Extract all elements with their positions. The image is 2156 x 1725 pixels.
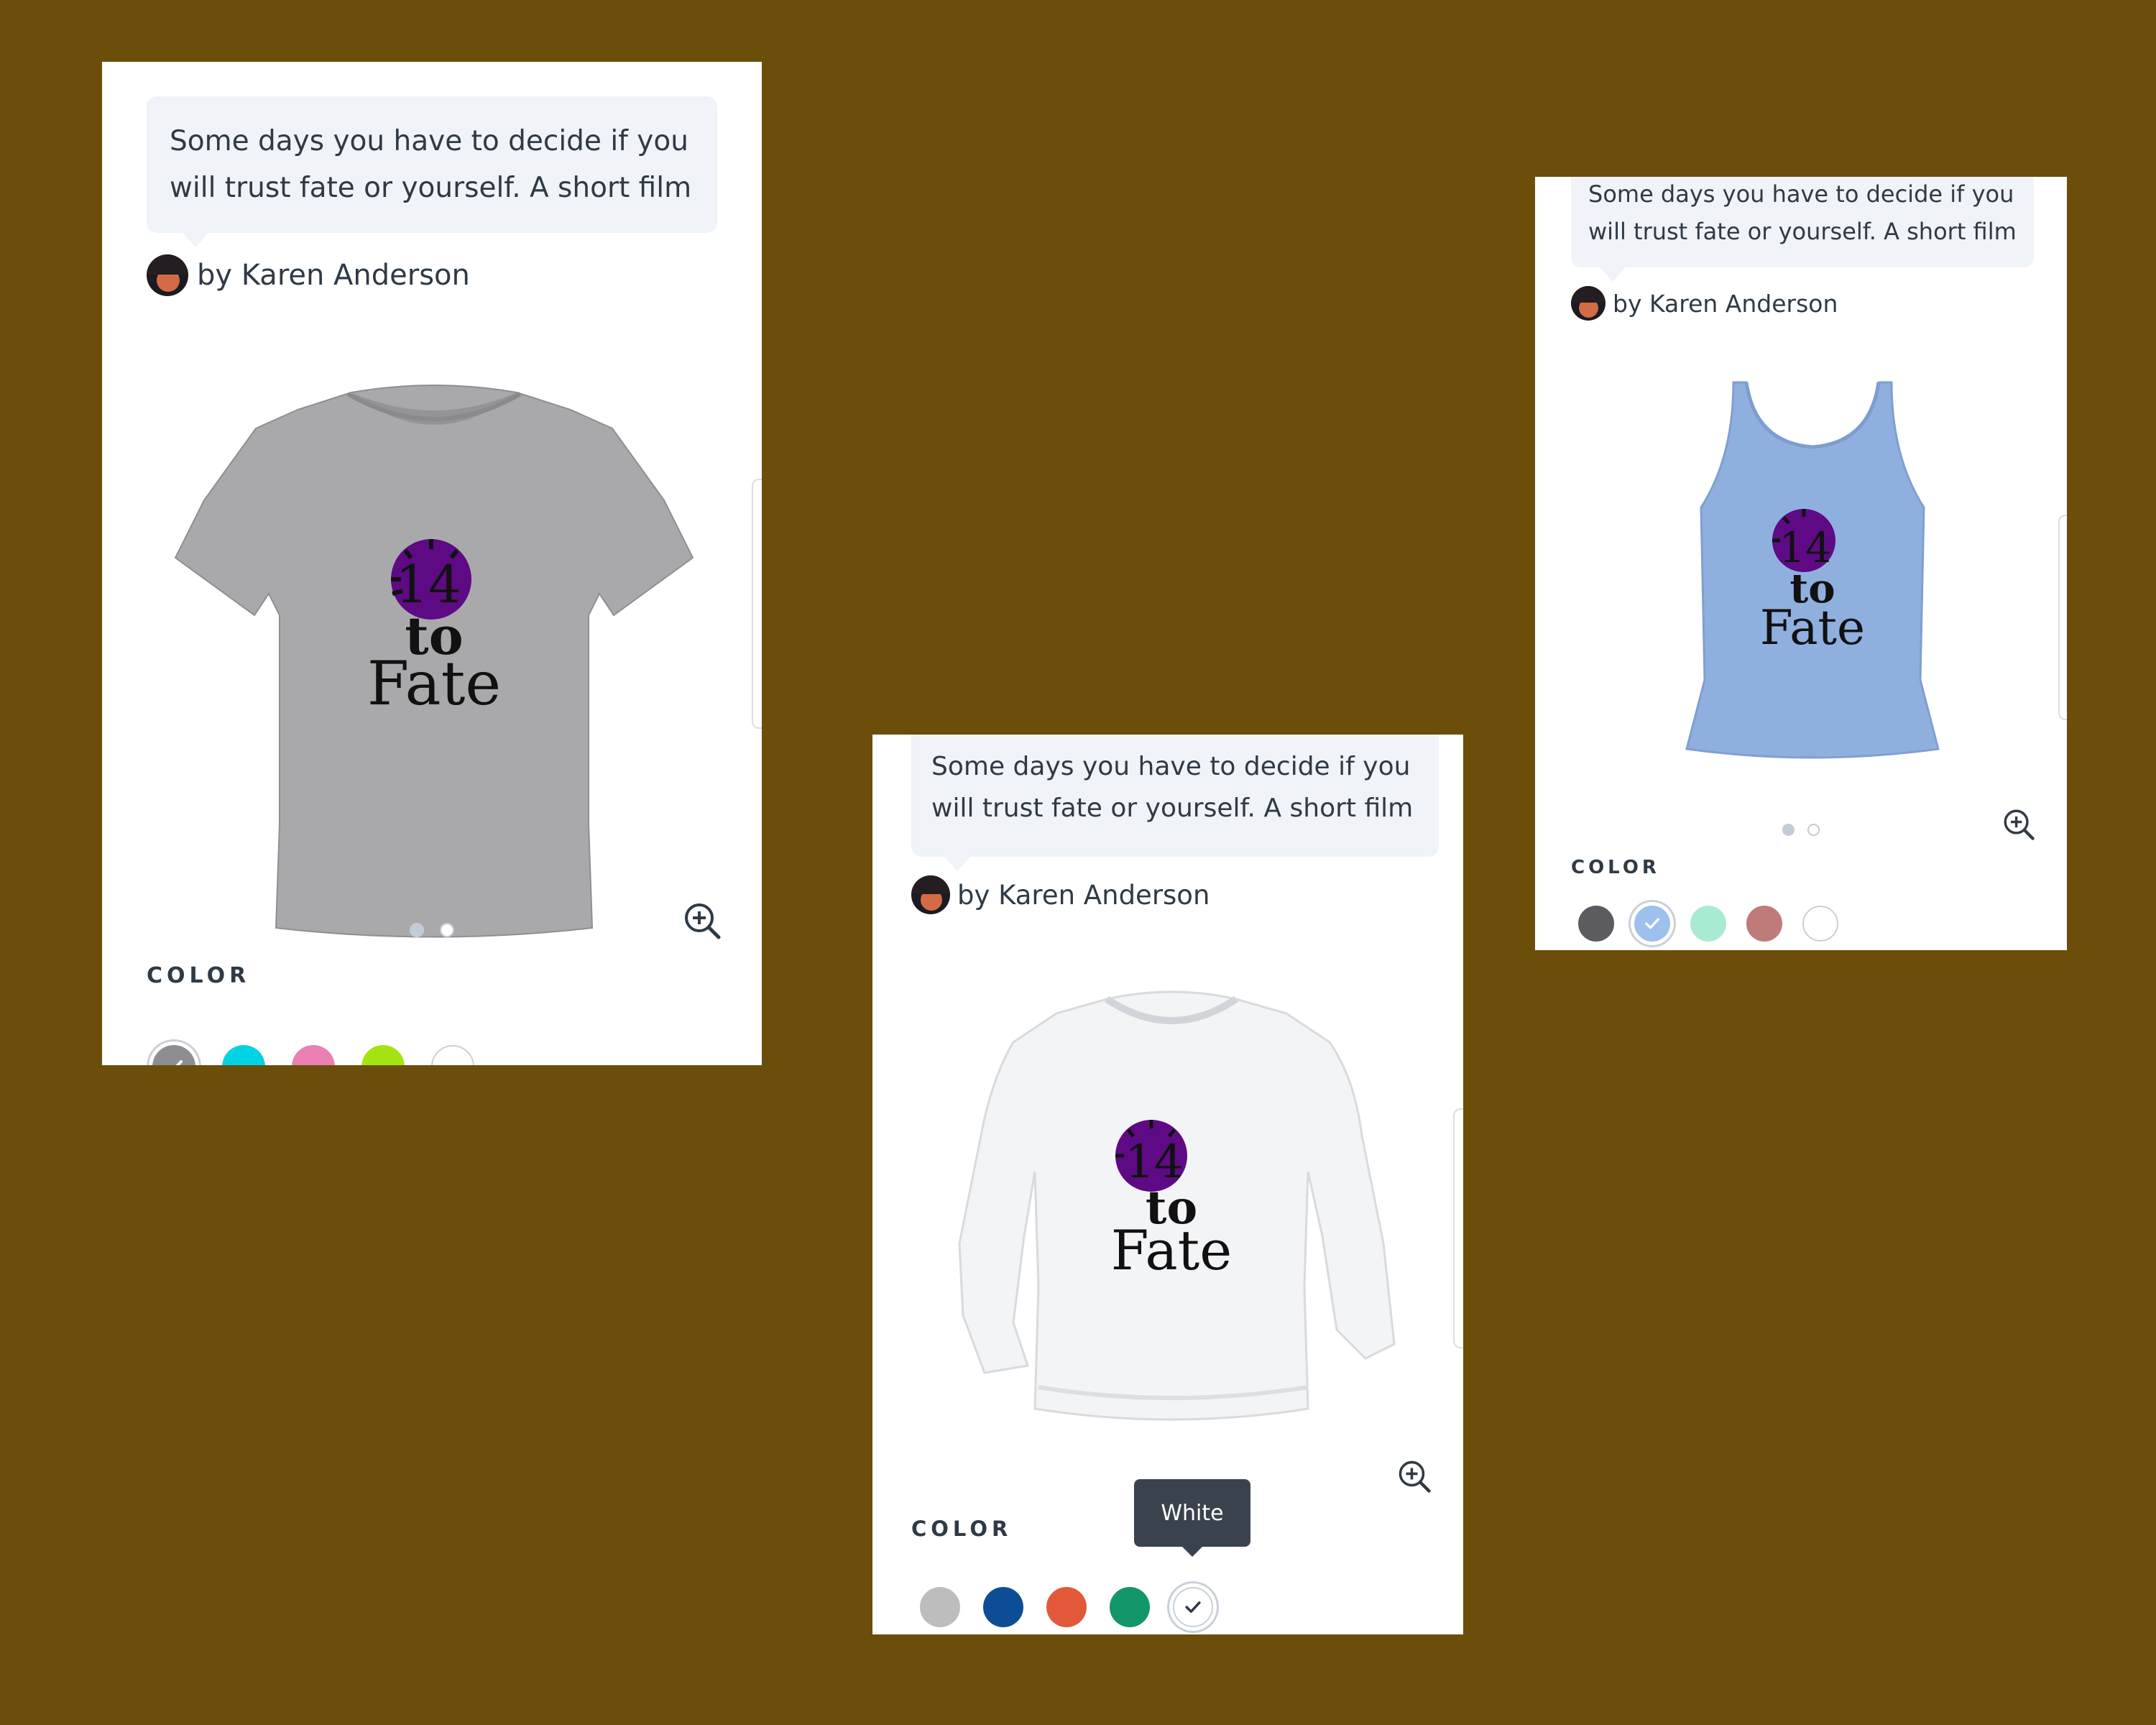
color-swatches: [1578, 906, 1838, 942]
swatch-royal-blue[interactable]: [983, 1587, 1023, 1627]
description-line-2: will trust fate or yourself. A short fil…: [1588, 218, 2017, 245]
swatch-white[interactable]: [431, 1045, 474, 1065]
description-line-1: Some days you have to decide if you: [170, 125, 688, 157]
avatar: [1571, 286, 1606, 321]
design-line-3: Fate: [367, 648, 501, 719]
swatch-mint[interactable]: [1690, 906, 1726, 942]
swatch-white[interactable]: [1173, 1587, 1213, 1627]
design-line-3: Fate: [1111, 1218, 1232, 1282]
swatch-light-gray[interactable]: [920, 1587, 960, 1627]
pagination-dot-1[interactable]: [410, 923, 424, 937]
zoom-in-icon[interactable]: [1397, 1459, 1432, 1494]
product-image-tank[interactable]: 14 to Fate: [1676, 378, 1949, 766]
swatch-lime[interactable]: [361, 1045, 405, 1065]
avatar: [147, 254, 188, 296]
swatch-pink[interactable]: [292, 1045, 335, 1065]
swatch-rose[interactable]: [1746, 906, 1782, 942]
image-pagination: [1782, 824, 1820, 836]
design-line-3: Fate: [1760, 600, 1865, 656]
author-byline[interactable]: by Karen Anderson: [147, 254, 470, 296]
author-byline[interactable]: by Karen Anderson: [911, 875, 1210, 914]
check-icon: [1645, 918, 1659, 929]
product-card-sweatshirt: Some days you have to decide if you will…: [872, 735, 1463, 1634]
color-label: COLOR: [147, 963, 251, 988]
swatch-charcoal[interactable]: [1578, 906, 1614, 942]
swatch-light-blue[interactable]: [1634, 906, 1670, 942]
product-card-tank: Some days you have to decide if you will…: [1535, 177, 2067, 950]
color-label: COLOR: [911, 1517, 1013, 1541]
author-name: by Karen Anderson: [957, 879, 1210, 911]
next-card-peek[interactable]: [752, 479, 762, 729]
product-card-tshirt: Some days you have to decide if you will…: [102, 62, 762, 1065]
description-line-2: will trust fate or yourself. A short fil…: [931, 794, 1414, 823]
pagination-dot-2[interactable]: [1807, 824, 1820, 836]
author-name: by Karen Anderson: [1613, 289, 1838, 318]
author-name: by Karen Anderson: [197, 259, 470, 292]
author-byline[interactable]: by Karen Anderson: [1571, 286, 1838, 321]
next-card-peek[interactable]: [2058, 515, 2067, 720]
description-bubble: Some days you have to decide if you will…: [911, 735, 1439, 871]
swatch-white[interactable]: [1802, 906, 1838, 942]
swatch-cyan[interactable]: [222, 1045, 265, 1065]
bubble-tail: [944, 857, 970, 871]
color-swatches: [920, 1587, 1213, 1627]
description-line-1: Some days you have to decide if you: [931, 752, 1411, 781]
color-label: COLOR: [1571, 857, 1660, 878]
product-image-sweatshirt[interactable]: 14 to Fate: [934, 985, 1409, 1430]
description-line-2: will trust fate or yourself. A short fil…: [170, 172, 692, 204]
description-line-1: Some days you have to decide if you: [1588, 180, 2014, 208]
check-icon: [1185, 1601, 1201, 1613]
next-card-peek[interactable]: [1453, 1108, 1463, 1348]
bubble-tail: [1600, 267, 1626, 282]
color-swatches: [152, 1045, 474, 1065]
swatch-green[interactable]: [1110, 1587, 1150, 1627]
image-pagination: [410, 923, 454, 937]
pagination-dot-1[interactable]: [1782, 824, 1795, 836]
tooltip-text: White: [1161, 1500, 1224, 1526]
color-tooltip: White: [1134, 1479, 1250, 1557]
description-bubble: Some days you have to decide if you will…: [147, 96, 717, 247]
zoom-in-icon[interactable]: [683, 901, 722, 940]
swatch-gray[interactable]: [152, 1045, 195, 1065]
avatar: [911, 875, 950, 914]
description-bubble: Some days you have to decide if you will…: [1571, 177, 2034, 282]
zoom-in-icon[interactable]: [2002, 808, 2035, 841]
check-icon: [167, 1060, 183, 1065]
product-image-tshirt[interactable]: 14 to Fate: [168, 378, 700, 939]
swatch-orange[interactable]: [1046, 1587, 1087, 1627]
bubble-tail: [183, 233, 208, 247]
pagination-dot-2[interactable]: [440, 923, 454, 937]
